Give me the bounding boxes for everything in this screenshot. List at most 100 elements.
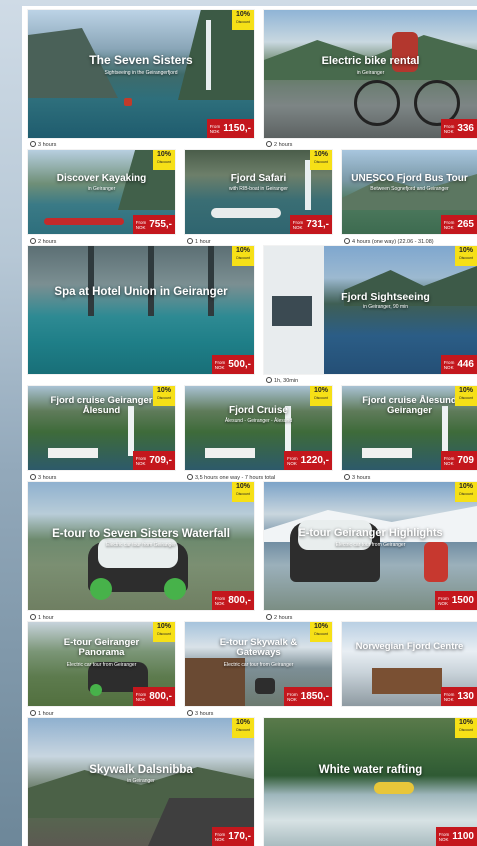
discount-badge: 10% Discount [455, 246, 477, 266]
tile-subtitle: Electric car tour from Geiranger [223, 662, 294, 668]
price-amount: 1220,- [300, 455, 329, 466]
tile-etour-seven-sisters[interactable]: E-tour to Seven Sisters Waterfall Electr… [28, 482, 254, 610]
tile-subtitle: Electric car tour from Geiranger [335, 542, 406, 548]
discount-badge: 10% Discount [153, 150, 175, 170]
price-prefix: From NOK [135, 455, 147, 466]
tile-unesco-bus[interactable]: UNESCO Fjord Bus Tour Between Sognefjord… [342, 150, 477, 234]
price-tag: From NOK 1500 [435, 591, 477, 610]
price-prefix: From NOK [135, 219, 147, 230]
tile-cruise-geiranger-alesund[interactable]: Fjord cruise Geiranger Ålesund 10% Discou… [28, 386, 175, 470]
tile-subtitle: Between Sognefjord and Geiranger [370, 186, 449, 192]
price-prefix: From NOK [438, 831, 450, 842]
price-amount: 709,- [149, 455, 172, 466]
price-tag: From NOK 1150,- [206, 119, 254, 138]
price-amount: 800,- [149, 691, 172, 702]
tile-duration: 3,5 hours one way - 7 hours total [187, 474, 275, 481]
tile-duration: 1 hour [30, 614, 54, 621]
tile-duration: 1 hour [187, 238, 211, 245]
tile-title: E-tour Geiranger Highlights [298, 527, 443, 539]
clock-icon [30, 474, 36, 480]
tile-duration: 2 hours [266, 141, 292, 148]
price-prefix: From NOK [214, 359, 226, 370]
tile-title: Norwegian Fjord Centre [355, 641, 464, 652]
discount-badge: 10% Discount [232, 482, 254, 502]
price-tag: From NOK 709,- [132, 451, 175, 470]
tile-kayaking[interactable]: Discover Kayaking in Geiranger 10% Discou… [28, 150, 175, 234]
tile-etour-highlights[interactable]: E-tour Geiranger Highlights Electric car… [264, 482, 477, 610]
clock-icon [266, 614, 272, 620]
discount-badge: 10% Discount [310, 622, 332, 642]
clock-icon [187, 238, 193, 244]
tile-subtitle: Sightseeing in the Geirangerfjord [104, 70, 178, 76]
tile-subtitle: Electric car tour from Geiranger [66, 662, 137, 668]
tile-fjord-sightseeing[interactable]: Fjord Sightseeing in Geiranger, 90 min 1… [264, 246, 477, 374]
discount-badge: 10% Discount [232, 718, 254, 738]
price-prefix: From NOK [443, 359, 455, 370]
price-prefix: From NOK [214, 595, 226, 606]
price-tag: From NOK 130 [440, 687, 477, 706]
clock-icon [30, 141, 36, 147]
price-amount: 800,- [228, 595, 251, 606]
tile-subtitle: in Geiranger [127, 778, 155, 784]
price-prefix: From NOK [443, 219, 455, 230]
discount-badge: 10% Discount [153, 386, 175, 406]
price-prefix: From NOK [214, 831, 226, 842]
price-tag: From NOK 755,- [132, 215, 175, 234]
tile-subtitle: in Geiranger [356, 70, 385, 76]
price-amount: 755,- [149, 219, 172, 230]
price-tag: From NOK 1100 [435, 827, 477, 846]
price-prefix: From NOK [443, 691, 455, 702]
price-amount: 336 [457, 123, 474, 134]
price-prefix: From NOK [287, 691, 298, 702]
price-amount: 1150,- [223, 123, 251, 134]
tile-seven-sisters[interactable]: The Seven Sisters Sightseeing in the Gei… [28, 10, 254, 138]
clock-icon [187, 474, 193, 480]
tile-fjord-cruise[interactable]: Fjord Cruise Ålesund - Geiranger - Ålesu… [185, 386, 332, 470]
price-amount: 170,- [228, 831, 251, 842]
tile-title: The Seven Sisters [89, 53, 193, 67]
tile-etour-skywalk[interactable]: E-tour Skywalk & Gateways Electric car t… [185, 622, 332, 706]
tile-fjord-safari[interactable]: Fjord Safari with RIB-boat in Geiranger … [185, 150, 332, 234]
tile-rafting[interactable]: White water rafting 10% Discount From NOK 1… [264, 718, 477, 846]
tile-title: Fjord Cruise [229, 405, 288, 416]
price-tag: From NOK 1850,- [284, 687, 332, 706]
price-prefix: From NOK [209, 123, 221, 134]
price-amount: 130 [457, 691, 474, 702]
price-prefix: From NOK [438, 595, 449, 606]
clock-icon [187, 710, 193, 716]
price-tag: From NOK 500,- [211, 355, 254, 374]
price-amount: 446 [457, 359, 474, 370]
tile-subtitle: with RIB-boat in Geiranger [229, 186, 288, 192]
tile-duration: 1h, 30min [266, 377, 298, 384]
tile-subtitle: Ålesund - Geiranger - Ålesund [224, 418, 293, 424]
clock-icon [344, 238, 350, 244]
tile-electric-bike[interactable]: Electric bike rental in Geiranger From NO… [264, 10, 477, 138]
tile-cruise-alesund-geiranger[interactable]: Fjord cruise Ålesund Geiranger 10% Discou… [342, 386, 477, 470]
discount-badge: 10% Discount [455, 482, 477, 502]
price-tag: From NOK 265 [440, 215, 477, 234]
badge-label: Discount [236, 20, 250, 24]
price-amount: 500,- [228, 359, 251, 370]
tile-title: White water rafting [318, 764, 423, 776]
tile-duration: 3 hours [187, 710, 213, 717]
tile-subtitle: Electric car tour from Geiranger [106, 542, 176, 548]
tile-duration: 4 hours (one way) (22.06 - 31.08) [344, 238, 434, 245]
discount-badge: 10% Discount [310, 386, 332, 406]
tile-etour-panorama[interactable]: E-tour Geiranger Panorama Electric car t… [28, 622, 175, 706]
price-tag: From NOK 170,- [211, 827, 254, 846]
price-tag: From NOK 800,- [132, 687, 175, 706]
price-amount: 731,- [306, 219, 329, 230]
clock-icon [30, 710, 36, 716]
tile-subtitle: in Geiranger [87, 186, 116, 192]
clock-icon [344, 474, 350, 480]
clock-icon [30, 238, 36, 244]
discount-badge: 10% Discount [310, 150, 332, 170]
tile-skywalk-dalsnibba[interactable]: Skywalk Dalsnibba in Geiranger 10% Discou… [28, 718, 254, 846]
discount-badge: 10% Discount [232, 10, 254, 30]
discount-badge: 10% Discount [455, 386, 477, 406]
tile-fjord-centre[interactable]: Norwegian Fjord Centre From NOK 130 [342, 622, 477, 706]
tile-spa-hotel-union[interactable]: Spa at Hotel Union in Geiranger 10% Disco… [28, 246, 254, 374]
price-prefix: From NOK [443, 123, 455, 134]
price-tag: From NOK 800,- [211, 591, 254, 610]
price-amount: 709 [457, 455, 474, 466]
